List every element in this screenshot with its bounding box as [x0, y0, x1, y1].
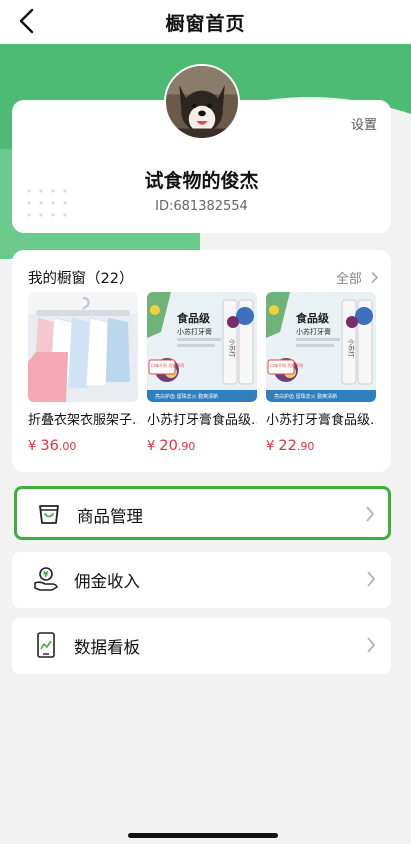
product-card[interactable]: 折叠衣架衣服架子… ¥ 36.00 — [28, 292, 138, 454]
toothpaste-bubble-text: 口味不同 功效不同 — [270, 362, 303, 368]
toothpaste-banner-text: 亮白护齿 留珠去火 勤爽清新 — [274, 393, 337, 400]
view-all-label: 全部 — [335, 272, 362, 287]
price-integer: 22 — [278, 438, 297, 454]
user-id: ID:681382554 — [155, 199, 248, 214]
currency-symbol: ¥ — [266, 439, 279, 454]
chevron-right-icon — [367, 571, 376, 587]
toothpaste-badge-text: 食品级 — [296, 311, 330, 325]
product-card[interactable]: 食品级 小苏打牙膏 小苏打 口味不同 功效不同 亮白护齿 留珠去火 勤爽清新 小… — [147, 292, 257, 454]
avatar[interactable] — [164, 64, 240, 140]
product-price: ¥ 36.00 — [28, 438, 138, 454]
product-price: ¥ 20.90 — [147, 438, 257, 454]
currency-symbol: ¥ — [28, 439, 41, 454]
window-title: 我的橱窗（22） — [28, 271, 134, 287]
chevron-right-icon — [367, 637, 376, 653]
nav-bar: 橱窗首页 — [0, 0, 411, 44]
menu-item-label: 佣金收入 — [74, 572, 140, 591]
settings-link[interactable]: 设置 — [351, 114, 377, 133]
price-integer: 20 — [159, 438, 178, 454]
toothpaste-banner-text: 亮白护齿 留珠去火 勤爽清新 — [155, 393, 218, 400]
page-title: 橱窗首页 — [165, 13, 246, 35]
view-all-link[interactable]: 全部 — [336, 268, 379, 287]
home-indicator — [128, 833, 278, 838]
product-name: 小苏打牙膏食品级… — [147, 413, 257, 428]
shopping-bag-icon — [39, 505, 59, 524]
product-price: ¥ 22.90 — [266, 438, 376, 454]
product-name: 折叠衣架衣服架子… — [28, 413, 138, 428]
product-name: 小苏打牙膏食品级… — [266, 413, 376, 428]
price-decimal: .90 — [296, 440, 315, 453]
product-image: 食品级 小苏打牙膏 小苏打 口味不同 功效不同 亮白护齿 留珠去火 勤爽清新 — [147, 292, 257, 402]
toothpaste-subtitle-text: 小苏打牙膏 — [177, 327, 212, 336]
menu-item-commission-income[interactable]: ¥ 佣金收入 — [12, 552, 391, 608]
price-decimal: .90 — [177, 440, 196, 453]
username: 试食物的俊杰 — [144, 170, 259, 192]
product-image — [28, 292, 138, 402]
my-window-card: 我的橱窗（22） 全部 折叠衣架衣服架子… ¥ 36.00 食品级 小苏打牙膏 … — [12, 250, 391, 472]
dog-avatar-image — [166, 66, 238, 138]
chevron-right-icon — [371, 271, 379, 284]
menu-item-label: 商品管理 — [77, 507, 143, 526]
toothpaste-badge-text: 食品级 — [177, 311, 211, 325]
toothpaste-bubble-text: 口味不同 功效不同 — [151, 362, 184, 368]
product-image: 食品级 小苏打牙膏 小苏打 口味不同 功效不同 亮白护齿 留珠去火 勤爽清新 — [266, 292, 376, 402]
svg-text:¥: ¥ — [43, 570, 49, 579]
toothpaste-subtitle-text: 小苏打牙膏 — [296, 327, 331, 336]
money-hand-icon: ¥ — [34, 567, 58, 591]
menu-item-product-management[interactable]: 商品管理 — [14, 486, 391, 540]
toothpaste-tube-text: 小苏打 — [347, 339, 355, 357]
toothpaste-tube-text: 小苏打 — [228, 339, 236, 357]
price-decimal: .00 — [58, 440, 77, 453]
product-card[interactable]: 食品级 小苏打牙膏 小苏打 口味不同 功效不同 亮白护齿 留珠去火 勤爽清新 小… — [266, 292, 376, 454]
currency-symbol: ¥ — [147, 439, 160, 454]
menu-item-data-dashboard[interactable]: 数据看板 — [12, 618, 391, 674]
chevron-right-icon — [366, 506, 375, 522]
product-list: 折叠衣架衣服架子… ¥ 36.00 食品级 小苏打牙膏 小苏打 口味不同 功效不… — [28, 292, 376, 462]
menu-item-label: 数据看板 — [74, 638, 140, 657]
price-integer: 36 — [40, 438, 59, 454]
chart-tablet-icon — [37, 632, 55, 658]
